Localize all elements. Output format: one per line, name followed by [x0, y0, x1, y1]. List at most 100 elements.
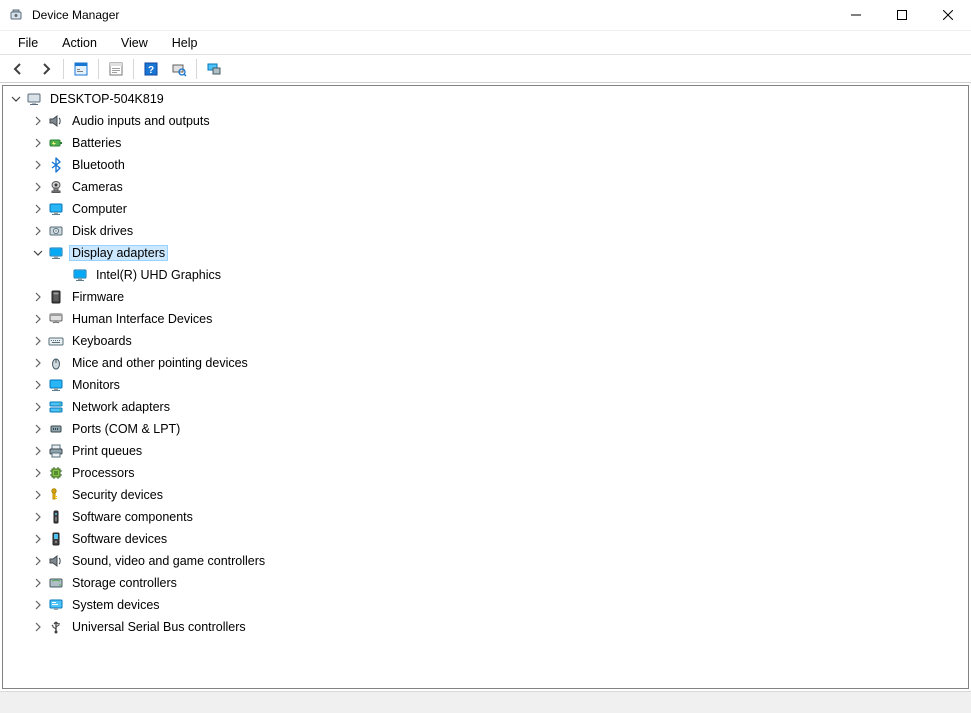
chevron-right-icon[interactable]	[31, 224, 45, 238]
display-icon	[47, 244, 65, 262]
menu-view[interactable]: View	[111, 34, 158, 52]
tree-item-cameras[interactable]: Cameras	[7, 176, 968, 198]
tree-item-system[interactable]: System devices	[7, 594, 968, 616]
chevron-down-icon[interactable]	[9, 92, 23, 106]
window-title: Device Manager	[32, 8, 119, 22]
chevron-right-icon[interactable]	[31, 444, 45, 458]
tree-item-usb[interactable]: Universal Serial Bus controllers	[7, 616, 968, 638]
chevron-right-icon[interactable]	[31, 136, 45, 150]
chevron-right-icon[interactable]	[31, 554, 45, 568]
titlebar: Device Manager	[0, 0, 971, 30]
tree-item-label: Display adapters	[69, 245, 168, 261]
tree-item-swdev[interactable]: Software devices	[7, 528, 968, 550]
chevron-right-icon[interactable]	[31, 202, 45, 216]
chevron-right-icon[interactable]	[31, 180, 45, 194]
system-icon	[47, 596, 65, 614]
menu-action[interactable]: Action	[52, 34, 107, 52]
tree-item-keyboards[interactable]: Keyboards	[7, 330, 968, 352]
tree-item-label: Keyboards	[69, 333, 135, 349]
device-tree[interactable]: DESKTOP-504K819Audio inputs and outputsB…	[2, 85, 969, 689]
tree-item-diskdrives[interactable]: Disk drives	[7, 220, 968, 242]
swcomp-icon	[47, 508, 65, 526]
printer-icon	[47, 442, 65, 460]
display-icon	[71, 266, 89, 284]
tree-item-label: Software components	[69, 509, 196, 525]
tree-item-label: Computer	[69, 201, 130, 217]
security-icon	[47, 486, 65, 504]
battery-icon	[47, 134, 65, 152]
chevron-right-icon[interactable]	[31, 620, 45, 634]
tree-item-computer[interactable]: Computer	[7, 198, 968, 220]
tree-item-label: Human Interface Devices	[69, 311, 215, 327]
tree-item-sound[interactable]: Sound, video and game controllers	[7, 550, 968, 572]
audio-icon	[47, 112, 65, 130]
chevron-right-icon[interactable]	[31, 334, 45, 348]
back-button[interactable]	[4, 57, 32, 81]
chevron-right-icon[interactable]	[31, 158, 45, 172]
tree-item-label: Mice and other pointing devices	[69, 355, 251, 371]
chevron-right-icon[interactable]	[31, 356, 45, 370]
tree-item-hid[interactable]: Human Interface Devices	[7, 308, 968, 330]
swdev-icon	[47, 530, 65, 548]
forward-button[interactable]	[32, 57, 60, 81]
tree-item-audio[interactable]: Audio inputs and outputs	[7, 110, 968, 132]
tree-item-mice[interactable]: Mice and other pointing devices	[7, 352, 968, 374]
chevron-right-icon[interactable]	[31, 114, 45, 128]
help-button[interactable]	[137, 57, 165, 81]
tree-item-printers[interactable]: Print queues	[7, 440, 968, 462]
tree-item-label: Security devices	[69, 487, 166, 503]
scan-hardware-button[interactable]	[165, 57, 193, 81]
tree-item-batteries[interactable]: Batteries	[7, 132, 968, 154]
menu-file[interactable]: File	[8, 34, 48, 52]
chevron-right-icon[interactable]	[31, 510, 45, 524]
tree-item-label: Print queues	[69, 443, 145, 459]
tree-item-label: Software devices	[69, 531, 170, 547]
show-hidden-icon	[73, 61, 89, 77]
chevron-down-icon[interactable]	[31, 246, 45, 260]
tree-item-label: Firmware	[69, 289, 127, 305]
maximize-button[interactable]	[879, 0, 925, 30]
window-controls	[833, 0, 971, 30]
chevron-right-icon[interactable]	[31, 598, 45, 612]
scan-hardware-icon	[171, 61, 187, 77]
tree-item-network[interactable]: Network adapters	[7, 396, 968, 418]
help-icon	[143, 61, 159, 77]
tree-item-label: Disk drives	[69, 223, 136, 239]
chevron-right-icon[interactable]	[31, 576, 45, 590]
minimize-button[interactable]	[833, 0, 879, 30]
devices-printers-button[interactable]	[200, 57, 228, 81]
tree-item-label: DESKTOP-504K819	[47, 91, 167, 107]
menu-help[interactable]: Help	[162, 34, 208, 52]
close-button[interactable]	[925, 0, 971, 30]
show-hidden-button[interactable]	[67, 57, 95, 81]
keyboard-icon	[47, 332, 65, 350]
tree-item-processors[interactable]: Processors	[7, 462, 968, 484]
tree-item-ports[interactable]: Ports (COM & LPT)	[7, 418, 968, 440]
tree-item-display[interactable]: Display adapters	[7, 242, 968, 264]
devices-printers-icon	[206, 61, 222, 77]
tree-item-intel-uhd[interactable]: Intel(R) UHD Graphics	[7, 264, 968, 286]
properties-button[interactable]	[102, 57, 130, 81]
monitor-icon	[47, 200, 65, 218]
tree-item-storage[interactable]: Storage controllers	[7, 572, 968, 594]
toolbar	[0, 55, 971, 83]
chevron-right-icon[interactable]	[31, 488, 45, 502]
chevron-right-icon[interactable]	[31, 312, 45, 326]
tree-item-security[interactable]: Security devices	[7, 484, 968, 506]
chevron-right-icon[interactable]	[31, 400, 45, 414]
disk-icon	[47, 222, 65, 240]
chevron-right-icon[interactable]	[31, 290, 45, 304]
tree-item-swcomp[interactable]: Software components	[7, 506, 968, 528]
chevron-right-icon[interactable]	[31, 422, 45, 436]
tree-item-label: Intel(R) UHD Graphics	[93, 267, 224, 283]
chevron-right-icon[interactable]	[31, 532, 45, 546]
tree-item-monitors[interactable]: Monitors	[7, 374, 968, 396]
chevron-right-icon[interactable]	[31, 378, 45, 392]
chevron-right-icon[interactable]	[31, 466, 45, 480]
tree-item-firmware[interactable]: Firmware	[7, 286, 968, 308]
desktop-icon	[25, 90, 43, 108]
tree-item-label: Monitors	[69, 377, 123, 393]
tree-item-bluetooth[interactable]: Bluetooth	[7, 154, 968, 176]
tree-item-root[interactable]: DESKTOP-504K819	[7, 88, 968, 110]
network-icon	[47, 398, 65, 416]
